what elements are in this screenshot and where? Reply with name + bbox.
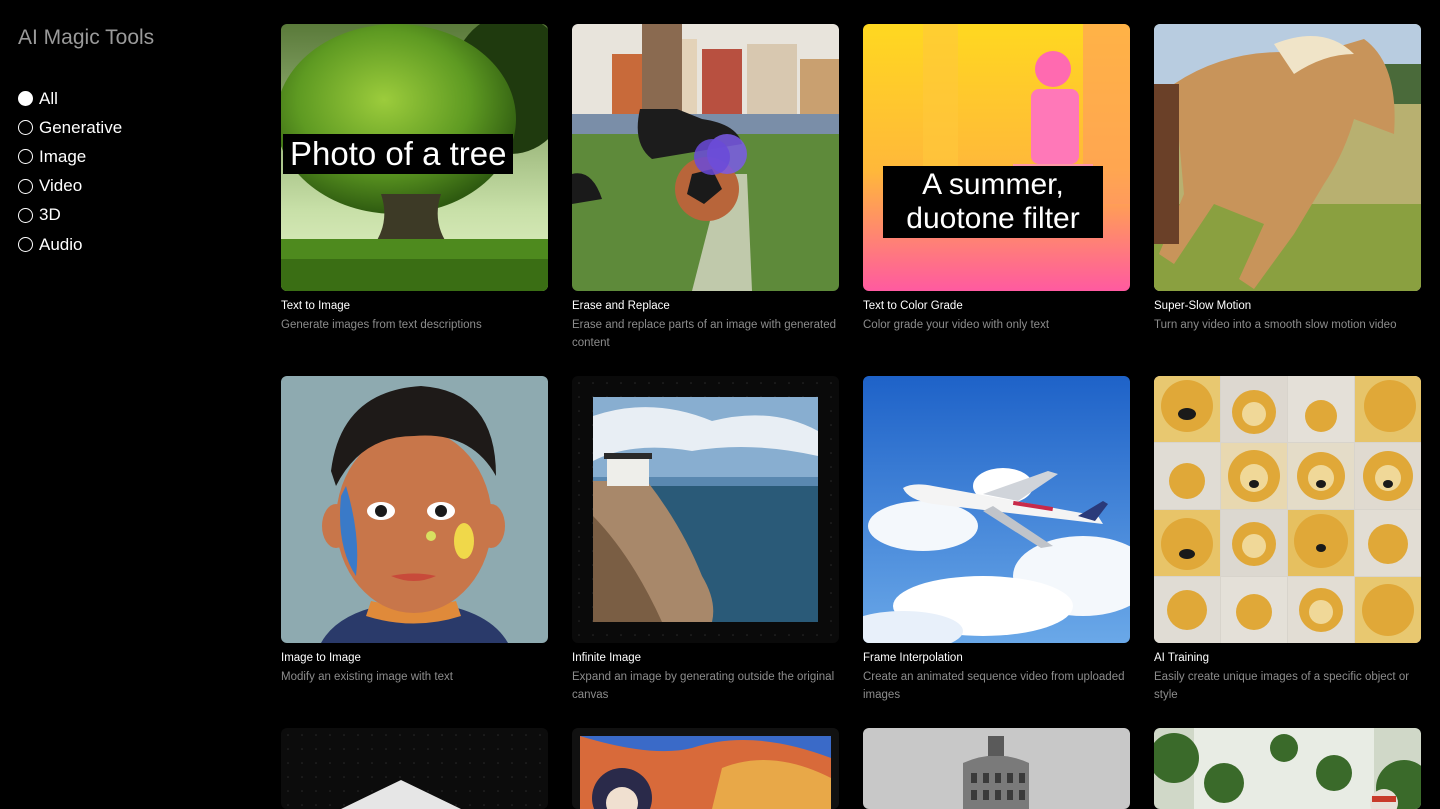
portrait-thumbnail[interactable] xyxy=(281,376,548,643)
tool-card-painting-preview[interactable] xyxy=(572,728,839,809)
tool-title: Text to Image xyxy=(281,300,351,312)
sidebar: AI Magic Tools All Generative Image Vide… xyxy=(0,0,260,809)
tool-title: Super-Slow Motion xyxy=(1154,300,1252,312)
radio-selected-icon[interactable] xyxy=(18,91,33,107)
lion-grid-thumbnail[interactable] xyxy=(1154,376,1421,643)
tool-title: AI Training xyxy=(1154,652,1209,664)
filter-label: Audio xyxy=(39,234,83,254)
soccer-thumbnail[interactable] xyxy=(572,24,839,291)
3d-shape-thumbnail[interactable] xyxy=(281,728,548,809)
filter-label: Image xyxy=(39,146,87,166)
filter-label: 3D xyxy=(39,205,61,225)
radio-icon[interactable] xyxy=(18,178,33,194)
filter-label: Generative xyxy=(39,117,123,137)
tool-title: Image to Image xyxy=(281,652,361,664)
page-title: AI Magic Tools xyxy=(18,26,155,49)
tool-card-ai-training[interactable]: AI Training Easily create unique images … xyxy=(1154,376,1421,704)
radio-icon[interactable] xyxy=(18,120,33,136)
tool-card-building-preview[interactable] xyxy=(863,728,1130,809)
prompt-overlay: Photo of a tree xyxy=(283,134,514,174)
tool-card-image-to-image[interactable]: Image to Image Modify an existing image … xyxy=(281,376,548,686)
tool-description: Easily create unique images of a specifi… xyxy=(1154,671,1410,701)
tool-description: Turn any video into a smooth slow motion… xyxy=(1154,319,1397,331)
duotone-thumbnail[interactable]: A summer, duotone filter xyxy=(863,24,1130,291)
tool-card-super-slow-motion[interactable]: Super-Slow Motion Turn any video into a … xyxy=(1154,24,1421,334)
filter-image[interactable]: Image xyxy=(18,142,122,171)
filter-3d[interactable]: 3D xyxy=(18,201,122,230)
radio-icon[interactable] xyxy=(18,149,33,165)
tool-card-text-to-image[interactable]: Photo of a tree Text to Image Generate i… xyxy=(281,24,548,334)
prompt-line-1: A summer, xyxy=(922,168,1064,201)
tool-card-infinite-image[interactable]: Infinite Image Expand an image by genera… xyxy=(572,376,839,704)
tool-title: Frame Interpolation xyxy=(863,652,963,664)
tool-title: Erase and Replace xyxy=(572,300,670,312)
radio-icon[interactable] xyxy=(18,237,33,253)
filter-generative[interactable]: Generative xyxy=(18,113,122,142)
plants-thumbnail[interactable] xyxy=(1154,728,1421,809)
filter-audio[interactable]: Audio xyxy=(18,230,122,259)
radio-icon[interactable] xyxy=(18,207,33,223)
airplane-thumbnail[interactable] xyxy=(863,376,1130,643)
building-thumbnail[interactable] xyxy=(863,728,1130,809)
prompt-overlay: A summer, duotone filter xyxy=(883,166,1103,238)
tool-description: Erase and replace parts of an image with… xyxy=(572,319,837,349)
tool-card-frame-interpolation[interactable]: Frame Interpolation Create an animated s… xyxy=(863,376,1130,704)
filter-video[interactable]: Video xyxy=(18,172,122,201)
tool-description: Modify an existing image with text xyxy=(281,671,453,683)
tool-description: Create an animated sequence video from u… xyxy=(863,671,1125,701)
tool-description: Generate images from text descriptions xyxy=(281,319,482,331)
tree-thumbnail[interactable]: Photo of a tree xyxy=(281,24,548,291)
tool-description: Expand an image by generating outside th… xyxy=(572,671,835,701)
painting-thumbnail[interactable] xyxy=(572,728,839,809)
tool-title: Text to Color Grade xyxy=(863,300,963,312)
tool-card-erase-and-replace[interactable]: Erase and Replace Erase and replace part… xyxy=(572,24,839,352)
tool-card-plants-preview[interactable] xyxy=(1154,728,1421,809)
tool-title: Infinite Image xyxy=(572,652,642,664)
filter-label: All xyxy=(39,88,58,108)
prompt-line-2: duotone filter xyxy=(906,202,1080,235)
tool-card-text-to-color-grade[interactable]: A summer, duotone filter Text to Color G… xyxy=(863,24,1130,334)
filter-label: Video xyxy=(39,176,83,196)
tool-description: Color grade your video with only text xyxy=(863,319,1050,331)
horse-thumbnail[interactable] xyxy=(1154,24,1421,291)
cliff-thumbnail[interactable] xyxy=(572,376,839,643)
filter-list: All Generative Image Video 3D Audio xyxy=(18,84,122,259)
tool-card-3d-preview[interactable] xyxy=(281,728,548,809)
filter-all[interactable]: All xyxy=(18,84,122,113)
